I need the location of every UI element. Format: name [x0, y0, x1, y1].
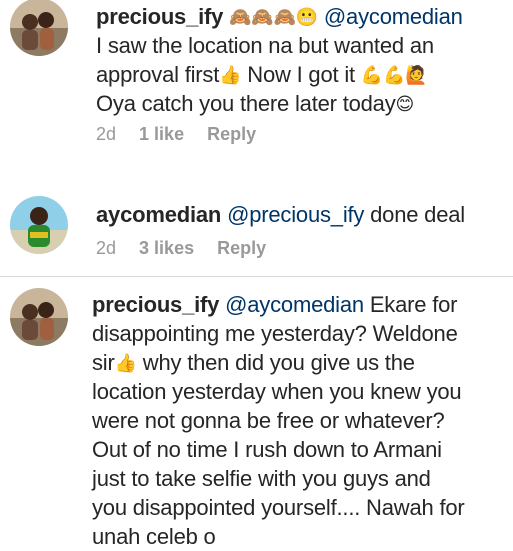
comment-body: precious_ify 🙈🙈🙈😬 @aycomedian I saw the …: [96, 2, 506, 118]
emoji-group: 💪💪🙋: [360, 65, 428, 86]
comment-line: Out of no time I rush down to Armani: [92, 437, 442, 462]
smile-icon: 😊: [395, 94, 415, 115]
comment-line: disappointing me yesterday? Weldone: [92, 321, 458, 346]
comment-line-4: Oya catch you there later today😊: [96, 89, 506, 118]
thumbs-up-icon: 👍: [114, 353, 137, 374]
comment-line: location yesterday when you knew you: [92, 379, 462, 404]
reply-button[interactable]: Reply: [217, 238, 266, 258]
comment-line: sir👍 why then did you give us the: [92, 348, 508, 377]
likes-count[interactable]: 1 like: [139, 124, 184, 144]
comment-line-2: I saw the location na but wanted an: [96, 33, 434, 58]
avatar-image: [10, 0, 68, 56]
comment-text-segment: Oya catch you there later today: [96, 91, 396, 116]
mention-link[interactable]: @aycomedian: [225, 292, 364, 317]
thumbs-up-icon: 👍: [219, 65, 242, 86]
reply-button[interactable]: Reply: [207, 124, 256, 144]
comment-meta: 2d 1 like Reply: [96, 124, 274, 145]
mention-link[interactable]: @precious_ify: [227, 202, 364, 227]
likes-count[interactable]: 3 likes: [139, 238, 194, 258]
comment-username[interactable]: precious_ify: [92, 292, 219, 317]
comment-text-segment: Now I got it: [241, 62, 361, 87]
comment-time: 2d: [96, 238, 117, 258]
comment-username[interactable]: aycomedian: [96, 202, 221, 227]
avatar-image: [10, 196, 68, 254]
comment-text-segment: why then did you give us the: [136, 350, 415, 375]
comment-time: 2d: [96, 124, 117, 144]
comment-text-segment: Ekare for: [363, 292, 458, 317]
comment-body: aycomedian @precious_ify done deal: [96, 200, 506, 229]
comment-line: were not gonna be free or whatever?: [92, 408, 445, 433]
emoji-group: 🙈🙈🙈😬: [229, 7, 318, 28]
avatar-image: [10, 288, 68, 346]
comment-text-segment: approval first: [96, 62, 220, 87]
comment-line: just to take selfie with you guys and: [92, 466, 431, 491]
avatar[interactable]: [10, 288, 68, 346]
comment-text: done deal: [364, 202, 465, 227]
comment-line-3: approval first👍 Now I got it 💪💪🙋: [96, 60, 506, 89]
mention-link[interactable]: @aycomedian: [324, 4, 463, 29]
comment-meta: 2d 3 likes Reply: [96, 238, 284, 259]
avatar[interactable]: [10, 196, 68, 254]
divider: [0, 276, 513, 277]
comment-body: precious_ify @aycomedian Ekare for disap…: [92, 290, 508, 551]
comment-line-1: precious_ify 🙈🙈🙈😬 @aycomedian: [96, 2, 506, 31]
comment-line: you disappointed yourself.... Nawah for: [92, 495, 465, 520]
avatar[interactable]: [10, 0, 68, 56]
comment-line: precious_ify @aycomedian Ekare for: [92, 290, 508, 319]
comment-username[interactable]: precious_ify: [96, 4, 223, 29]
comment-line: unah celeb o: [92, 524, 216, 549]
comment-text-segment: sir: [92, 350, 115, 375]
